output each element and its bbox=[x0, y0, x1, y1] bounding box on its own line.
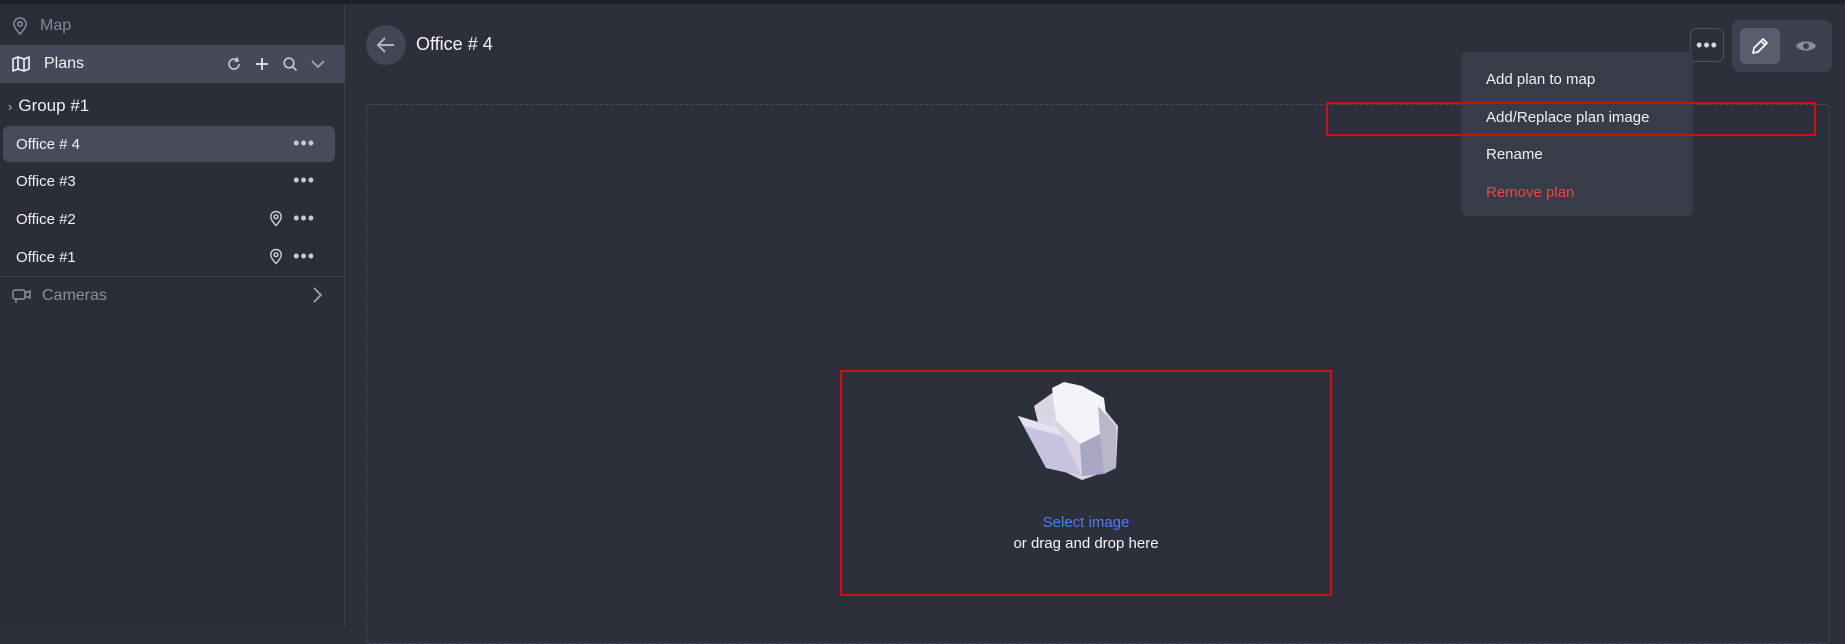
back-button[interactable] bbox=[366, 25, 406, 65]
menu-item-rename[interactable]: Rename bbox=[1486, 146, 1543, 163]
plus-icon[interactable] bbox=[253, 55, 271, 73]
more-options-button[interactable]: ••• bbox=[1690, 28, 1724, 62]
chevron-right-icon[interactable] bbox=[311, 286, 323, 309]
sidebar-item-office-1[interactable]: Office #1 ••• bbox=[3, 239, 335, 275]
search-icon[interactable] bbox=[281, 55, 299, 73]
more-icon[interactable]: ••• bbox=[293, 246, 315, 266]
select-image-link[interactable]: Select image bbox=[842, 514, 1330, 531]
sidebar-section-plans[interactable]: Plans bbox=[0, 45, 345, 83]
refresh-icon[interactable] bbox=[225, 55, 243, 73]
more-icon: ••• bbox=[1696, 34, 1718, 55]
sidebar-item-cameras[interactable]: Cameras bbox=[0, 279, 345, 313]
sidebar: Map Plans › Group #1 Office # 4 ••• Offi… bbox=[0, 4, 345, 627]
chevron-right-icon[interactable]: › bbox=[8, 99, 12, 114]
mode-toggle bbox=[1732, 20, 1832, 72]
edit-mode-button[interactable] bbox=[1740, 28, 1780, 64]
map-icon bbox=[12, 56, 30, 72]
sidebar-item-map[interactable]: Map bbox=[0, 9, 345, 43]
folder-icon bbox=[1018, 382, 1118, 480]
sidebar-item-office-3[interactable]: Office #3 ••• bbox=[3, 163, 335, 199]
sidebar-divider bbox=[0, 276, 345, 277]
plan-label: Office # 4 bbox=[16, 135, 80, 153]
map-pin-icon bbox=[13, 17, 27, 35]
pencil-icon bbox=[1752, 38, 1768, 54]
sidebar-map-label: Map bbox=[40, 17, 72, 34]
sidebar-item-office-2[interactable]: Office #2 ••• bbox=[3, 201, 335, 237]
plan-label: Office #1 bbox=[16, 248, 76, 266]
sidebar-item-office-4[interactable]: Office # 4 ••• bbox=[3, 126, 335, 162]
image-drop-zone[interactable]: Select image or drag and drop here bbox=[840, 370, 1332, 596]
plan-label: Office #3 bbox=[16, 172, 76, 190]
map-pin-icon[interactable] bbox=[269, 248, 283, 269]
menu-item-add-plan-to-map[interactable]: Add plan to map bbox=[1486, 71, 1595, 88]
cameras-label: Cameras bbox=[42, 287, 107, 304]
map-pin-icon[interactable] bbox=[269, 210, 283, 231]
sidebar-group[interactable]: › Group #1 bbox=[0, 92, 345, 120]
more-icon[interactable]: ••• bbox=[293, 133, 315, 153]
view-mode-button[interactable] bbox=[1786, 28, 1826, 64]
more-icon[interactable]: ••• bbox=[293, 208, 315, 228]
drop-hint: or drag and drop here bbox=[1013, 535, 1159, 552]
arrow-left-icon bbox=[376, 37, 394, 53]
plans-label: Plans bbox=[44, 55, 85, 72]
more-icon[interactable]: ••• bbox=[293, 170, 315, 190]
eye-icon bbox=[1796, 41, 1816, 51]
camera-icon bbox=[12, 289, 31, 303]
plan-label: Office #2 bbox=[16, 210, 76, 228]
group-label: Group #1 bbox=[18, 96, 90, 115]
page-title: Office # 4 bbox=[416, 34, 493, 54]
chevron-down-icon[interactable] bbox=[309, 55, 327, 73]
highlight-box bbox=[1326, 102, 1816, 136]
menu-item-remove-plan[interactable]: Remove plan bbox=[1486, 184, 1574, 201]
